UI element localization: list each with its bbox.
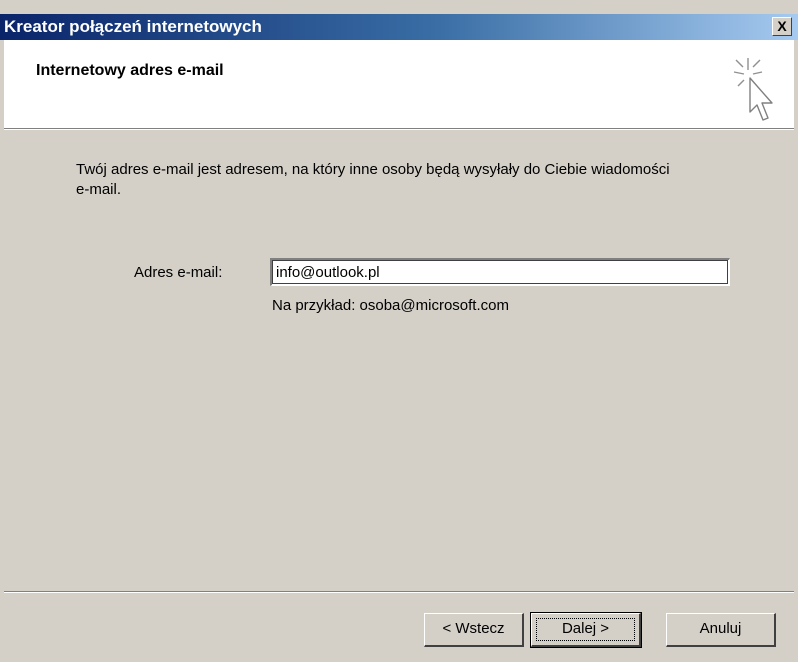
cancel-button[interactable]: Anuluj: [666, 613, 776, 647]
email-label: Adres e-mail:: [134, 264, 223, 281]
email-example-hint: Na przykład: osoba@microsoft.com: [272, 297, 509, 314]
close-button[interactable]: X: [772, 17, 792, 36]
intro-text: Twój adres e-mail jest adresem, na który…: [76, 161, 670, 198]
back-button[interactable]: < Wstecz: [424, 613, 524, 647]
footer-divider: [4, 591, 794, 593]
next-button[interactable]: Dalej >: [530, 612, 642, 648]
focus-rectangle: [536, 618, 635, 641]
page-title: Internetowy adres e-mail: [36, 62, 224, 79]
wizard-window: Kreator połączeń internetowych X Interne…: [0, 0, 798, 662]
close-icon: X: [777, 18, 787, 34]
wizard-header: Internetowy adres e-mail: [4, 40, 794, 128]
email-input[interactable]: [270, 258, 730, 286]
header-divider: [4, 128, 794, 130]
wizard-cursor-icon: [733, 58, 773, 121]
window-title: Kreator połączeń internetowych: [4, 17, 262, 36]
title-bar[interactable]: Kreator połączeń internetowych X: [0, 14, 798, 40]
